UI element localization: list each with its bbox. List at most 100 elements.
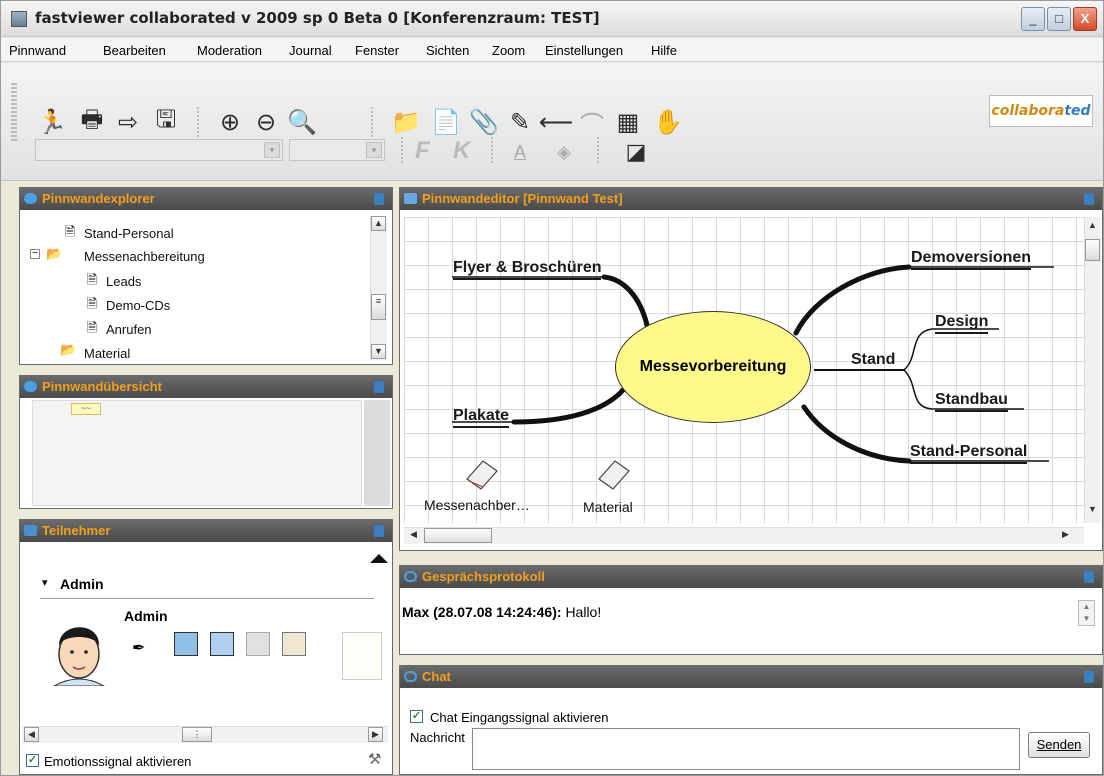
note-messenachbereitung[interactable]: Messenachber… <box>424 497 530 513</box>
send-button[interactable]: Senden <box>1028 732 1090 758</box>
bold-button[interactable]: F <box>415 137 430 165</box>
menu-hilfe[interactable]: Hilfe <box>651 43 677 58</box>
tree-item-demo-cds[interactable]: Demo-CDs <box>106 298 170 313</box>
menu-sichten[interactable]: Sichten <box>426 43 469 58</box>
minimize-button[interactable]: _ <box>1021 7 1045 31</box>
scroll-down-icon[interactable]: ▼ <box>371 344 386 359</box>
emotion-label: Emotionssignal aktivieren <box>44 754 192 769</box>
scroll-up-icon[interactable]: ▲ <box>371 216 386 231</box>
node-plakate[interactable]: Plakate <box>453 407 510 428</box>
scroll-down-icon[interactable]: ▼ <box>1085 503 1100 518</box>
zoom-icon[interactable]: 🔍 <box>287 107 317 137</box>
pin-icon[interactable] <box>1084 671 1094 683</box>
node-demoversionen[interactable]: Demoversionen <box>911 249 1032 270</box>
connect-icon[interactable]: ⟵ <box>539 107 573 137</box>
editor-vscrollbar[interactable]: ▲ ▼ <box>1084 217 1101 523</box>
pin-icon[interactable] <box>374 193 384 205</box>
node-flyer[interactable]: Flyer & Broschüren <box>453 259 602 280</box>
emotion-checkbox[interactable]: ✓ <box>26 754 39 767</box>
zoom-in-icon[interactable]: ⊕ <box>215 107 245 137</box>
fill-color-icon[interactable]: ◈ <box>549 137 579 167</box>
editor-hscrollbar[interactable]: ◀ ▶ <box>404 527 1084 544</box>
save-icon[interactable]: 🖫 <box>151 106 181 137</box>
node-standbau[interactable]: Standbau <box>935 391 1008 412</box>
chevron-down-icon[interactable]: ▾ <box>366 142 382 158</box>
menu-pinnwand[interactable]: Pinnwand <box>9 43 66 58</box>
overview-header: Pinnwandübersicht <box>20 376 392 398</box>
note-icon[interactable] <box>461 457 501 493</box>
tree-item-messenachbereitung[interactable]: Messenachbereitung <box>84 249 205 264</box>
note-icon[interactable] <box>593 457 633 493</box>
chat-message-input[interactable] <box>472 728 1020 770</box>
overview-viewport[interactable]: ~~ <box>71 403 101 415</box>
node-design[interactable]: Design <box>935 313 989 334</box>
node-stand-personal[interactable]: Stand-Personal <box>910 443 1028 464</box>
hand-raise-icon[interactable] <box>282 632 306 656</box>
new-folder-icon[interactable]: 📁 <box>391 107 421 137</box>
export-icon[interactable]: ⇨ <box>113 107 143 137</box>
maximize-button[interactable]: □ <box>1047 7 1071 31</box>
tree-item-leads[interactable]: Leads <box>106 274 141 289</box>
scroll-up-icon[interactable]: ▲ <box>1085 219 1100 234</box>
tree-item-material[interactable]: Material <box>84 346 130 361</box>
protocol-header: Gesprächsprotokoll <box>400 566 1102 588</box>
pen-icon[interactable]: ✒ <box>132 638 145 658</box>
protocol-scrollbar[interactable]: ▲ ▼ <box>1078 600 1095 626</box>
tree-item-stand-personal[interactable]: Stand-Personal <box>84 226 174 241</box>
pin-note-icon[interactable]: ◪ <box>621 137 651 167</box>
close-button[interactable]: X <box>1073 7 1097 31</box>
share-screen-icon[interactable] <box>174 632 198 656</box>
scroll-thumb[interactable] <box>1085 239 1100 261</box>
add-attachment-icon[interactable]: 📎 <box>469 107 499 137</box>
pin-icon[interactable] <box>1084 193 1094 205</box>
italic-button[interactable]: K <box>453 137 470 165</box>
text-color-icon[interactable]: A <box>505 137 535 167</box>
remote-control-icon[interactable] <box>210 632 234 656</box>
note-material[interactable]: Material <box>583 499 633 515</box>
chat-signal-checkbox[interactable]: ✓ <box>410 710 423 723</box>
toolbar-grip[interactable] <box>11 83 17 143</box>
font-size-select[interactable]: ▾ <box>289 139 385 161</box>
scroll-thumb[interactable] <box>424 528 492 543</box>
tree-item-anrufen[interactable]: Anrufen <box>106 322 152 337</box>
menu-einstellungen[interactable]: Einstellungen <box>545 43 623 58</box>
pin-icon[interactable] <box>374 525 384 537</box>
menu-zoom[interactable]: Zoom <box>492 43 525 58</box>
scroll-thumb[interactable]: ⋮ <box>182 727 212 742</box>
pin-icon[interactable] <box>374 381 384 393</box>
new-note-icon[interactable]: 📄 <box>431 107 461 137</box>
collapse-triangle-icon[interactable] <box>370 554 388 563</box>
app-window: fastviewer collaborated v 2009 sp 0 Beta… <box>0 0 1104 776</box>
chevron-down-icon[interactable]: ▾ <box>264 142 280 158</box>
scroll-thumb[interactable]: ≡ <box>371 294 386 320</box>
node-stand[interactable]: Stand <box>851 351 895 370</box>
edit-note-icon[interactable]: ✎ <box>505 107 535 137</box>
scroll-right-icon[interactable]: ▶ <box>1058 528 1073 543</box>
group-toggle-icon[interactable]: ▾ <box>42 576 48 589</box>
group-divider <box>40 598 374 599</box>
menu-bearbeiten[interactable]: Bearbeiten <box>103 43 166 58</box>
menu-fenster[interactable]: Fenster <box>355 43 399 58</box>
overview-canvas[interactable]: ~~ <box>32 400 362 506</box>
hand-icon[interactable]: ✋ <box>653 107 683 137</box>
layout-icon[interactable]: ▦ <box>613 107 643 137</box>
menu-moderation[interactable]: Moderation <box>197 43 262 58</box>
scroll-left-icon[interactable]: ◀ <box>406 528 421 543</box>
mindmap-center-node[interactable]: Messevorbereitung <box>615 311 811 423</box>
leave-icon[interactable]: 🏃 <box>37 107 67 137</box>
collapse-icon[interactable]: − <box>30 249 40 259</box>
explorer-scrollbar[interactable]: ▲ ≡ ▼ <box>370 216 387 360</box>
protocol-title: Gesprächsprotokoll <box>422 569 545 584</box>
camera-icon[interactable] <box>246 632 270 656</box>
zoom-out-icon[interactable]: ⊖ <box>251 107 281 137</box>
user-name: Admin <box>124 608 168 624</box>
scroll-right-icon[interactable]: ▶ <box>368 727 383 742</box>
menu-journal[interactable]: Journal <box>289 43 332 58</box>
print-icon[interactable]: 🖶 <box>77 106 107 137</box>
participants-scrollbar[interactable]: ◀ ⋮ ▶ <box>22 726 388 743</box>
scroll-left-icon[interactable]: ◀ <box>24 727 39 742</box>
tools-icon[interactable]: ⚒ <box>368 750 381 768</box>
pin-icon[interactable] <box>1084 571 1094 583</box>
font-family-select[interactable]: ▾ <box>35 139 283 161</box>
curve-icon[interactable]: ⌒ <box>577 107 607 139</box>
